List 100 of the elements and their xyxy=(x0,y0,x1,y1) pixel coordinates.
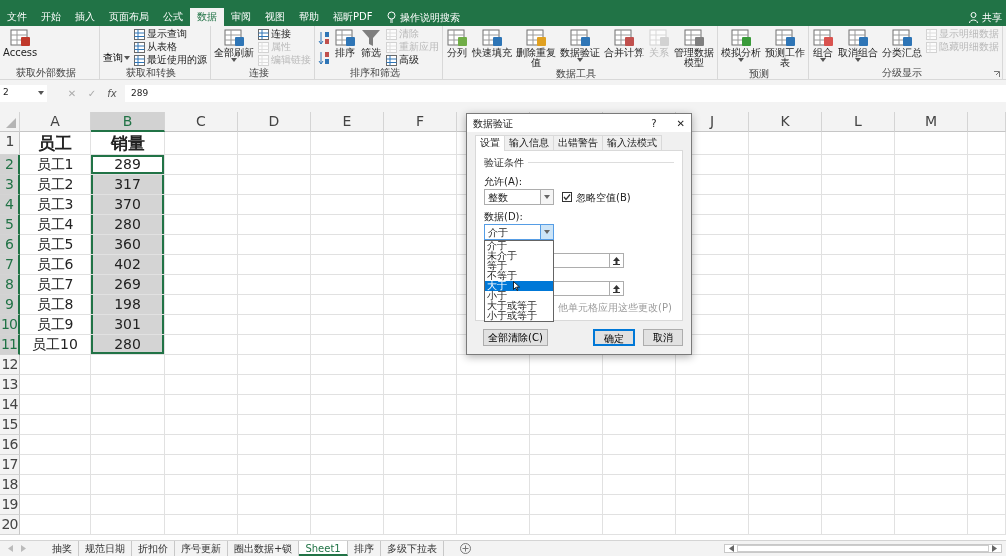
horizontal-scrollbar[interactable] xyxy=(723,544,1002,553)
dialog-tab[interactable]: 设置 xyxy=(475,135,505,151)
row-header[interactable]: 17 xyxy=(0,455,20,475)
ribbon-button[interactable]: 合并计算 xyxy=(604,28,644,58)
allow-dropdown[interactable]: 整数 xyxy=(484,189,554,205)
tell-me-search[interactable]: 操作说明搜索 xyxy=(400,9,461,25)
row-header[interactable]: 7 xyxy=(0,255,20,275)
dialog-launcher-icon[interactable] xyxy=(994,71,1000,77)
sheet-tab[interactable]: 抽奖 xyxy=(46,541,79,556)
row-header[interactable]: 1 xyxy=(0,132,20,155)
help-button[interactable]: ? xyxy=(651,115,657,131)
add-sheet-icon[interactable] xyxy=(459,543,471,554)
ribbon-button[interactable]: Access xyxy=(3,28,38,58)
row-header[interactable]: 20 xyxy=(0,515,20,535)
row-header[interactable]: 12 xyxy=(0,355,20,375)
checkbox[interactable] xyxy=(562,192,572,202)
ribbon-tab[interactable]: 公式 xyxy=(156,8,190,26)
ribbon-button[interactable]: 分类汇总 xyxy=(882,28,922,58)
ribbon-tab[interactable]: 页面布局 xyxy=(102,8,156,26)
row-header[interactable]: 5 xyxy=(0,215,20,235)
sheet-tab[interactable]: 序号更新 xyxy=(175,541,228,556)
data-dropdown[interactable]: 介于 xyxy=(484,224,554,240)
column-header[interactable]: C xyxy=(165,112,238,132)
ribbon-button[interactable]: 显示查询 xyxy=(134,28,207,40)
ribbon-button[interactable]: 高级 xyxy=(386,54,439,66)
dialog-tab[interactable]: 输入信息 xyxy=(504,135,554,150)
ribbon-tab[interactable]: 插入 xyxy=(68,8,102,26)
ribbon-tab[interactable]: 视图 xyxy=(258,8,292,26)
row-header[interactable]: 13 xyxy=(0,375,20,395)
ribbon-button[interactable]: 删除重复值 xyxy=(516,28,556,68)
dropdown-option[interactable]: 不等于 xyxy=(485,271,553,281)
row-header[interactable]: 8 xyxy=(0,275,20,295)
ribbon-tab[interactable]: 审阅 xyxy=(224,8,258,26)
dialog-tab[interactable]: 输入法模式 xyxy=(602,135,662,150)
row-header[interactable]: 16 xyxy=(0,435,20,455)
ribbon-tab[interactable]: 文件 xyxy=(0,8,34,26)
ribbon-button[interactable]: 全部刷新 xyxy=(214,28,254,62)
dropdown-option[interactable]: 大于 xyxy=(485,281,553,291)
sort-icon[interactable] xyxy=(318,31,330,45)
ribbon-button[interactable]: 模拟分析 xyxy=(721,28,761,62)
dialog-tab[interactable]: 出错警告 xyxy=(553,135,603,150)
ribbon-button[interactable]: 组合 xyxy=(812,28,834,62)
column-header[interactable]: K xyxy=(749,112,822,132)
ribbon-tab[interactable]: 数据 xyxy=(190,8,224,26)
row-header[interactable]: 15 xyxy=(0,415,20,435)
scroll-right-icon[interactable] xyxy=(992,545,997,552)
sheet-tab[interactable]: 规范日期 xyxy=(79,541,132,556)
ribbon-button[interactable]: 筛选 xyxy=(360,28,382,58)
column-header[interactable]: B xyxy=(91,112,165,132)
row-header[interactable]: 2 xyxy=(0,155,20,175)
formula-field[interactable]: 289 xyxy=(125,84,1006,102)
ribbon-button[interactable]: 连接 xyxy=(258,28,311,40)
ribbon-tab[interactable]: 帮助 xyxy=(292,8,326,26)
ribbon-button[interactable]: 排序 xyxy=(334,28,356,58)
sheet-tab[interactable]: 排序 xyxy=(347,541,381,556)
row-header[interactable]: 9 xyxy=(0,295,20,315)
row-header[interactable]: 3 xyxy=(0,175,20,195)
row-header[interactable]: 11 xyxy=(0,335,20,355)
dropdown-option[interactable]: 介于 xyxy=(485,241,553,251)
ribbon-button[interactable]: 数据验证 xyxy=(560,28,600,62)
close-button[interactable]: ✕ xyxy=(676,115,685,131)
collapse-icon[interactable] xyxy=(613,284,620,293)
collapse-icon[interactable] xyxy=(613,256,620,265)
ribbon-button[interactable]: 预测工作表 xyxy=(765,28,805,68)
column-header[interactable]: D xyxy=(238,112,311,132)
ribbon-tab[interactable]: 福昕PDF xyxy=(326,8,380,26)
ribbon-tab[interactable]: 开始 xyxy=(34,8,68,26)
dropdown-option[interactable]: 未介于 xyxy=(485,251,553,261)
column-header[interactable]: A xyxy=(20,112,91,132)
column-header[interactable]: M xyxy=(895,112,968,132)
row-header[interactable]: 10 xyxy=(0,315,20,335)
scroll-thumb[interactable] xyxy=(736,545,989,552)
ribbon-button[interactable]: 最近使用的源 xyxy=(134,54,207,66)
dropdown-option[interactable]: 小于 xyxy=(485,291,553,301)
ribbon-button[interactable]: 管理数据模型 xyxy=(674,28,714,68)
share-button[interactable]: 共享 xyxy=(982,9,1002,25)
dropdown-option[interactable]: 大于或等于 xyxy=(485,301,553,311)
row-header[interactable]: 18 xyxy=(0,475,20,495)
sheet-tab[interactable]: 多级下拉表 xyxy=(380,541,444,556)
sort-icon[interactable] xyxy=(318,51,330,65)
row-header[interactable]: 19 xyxy=(0,495,20,515)
sheet-tab[interactable]: 折扣价 xyxy=(132,541,175,556)
row-header[interactable]: 14 xyxy=(0,395,20,415)
dialog-button[interactable]: 全部清除(C) xyxy=(483,329,548,346)
sheet-tab[interactable]: Sheet1 xyxy=(299,541,348,556)
column-header[interactable]: L xyxy=(822,112,895,132)
column-header[interactable]: F xyxy=(384,112,457,132)
column-header[interactable]: E xyxy=(311,112,384,132)
ribbon-button[interactable]: 快速填充 xyxy=(472,28,512,58)
row-header[interactable]: 4 xyxy=(0,195,20,215)
ribbon-button[interactable]: 从表格 xyxy=(134,41,207,53)
insert-function-button[interactable]: fx xyxy=(105,85,119,101)
dropdown-option[interactable]: 小于或等于 xyxy=(485,311,553,321)
dialog-button[interactable]: 确定 xyxy=(593,329,635,346)
name-box[interactable]: 2 xyxy=(0,84,47,102)
ribbon-button[interactable]: 查询 xyxy=(103,50,130,65)
dropdown-option[interactable]: 等于 xyxy=(485,261,553,271)
row-header[interactable]: 6 xyxy=(0,235,20,255)
ribbon-button[interactable]: 分列 xyxy=(446,28,468,58)
dialog-button[interactable]: 取消 xyxy=(643,329,683,346)
